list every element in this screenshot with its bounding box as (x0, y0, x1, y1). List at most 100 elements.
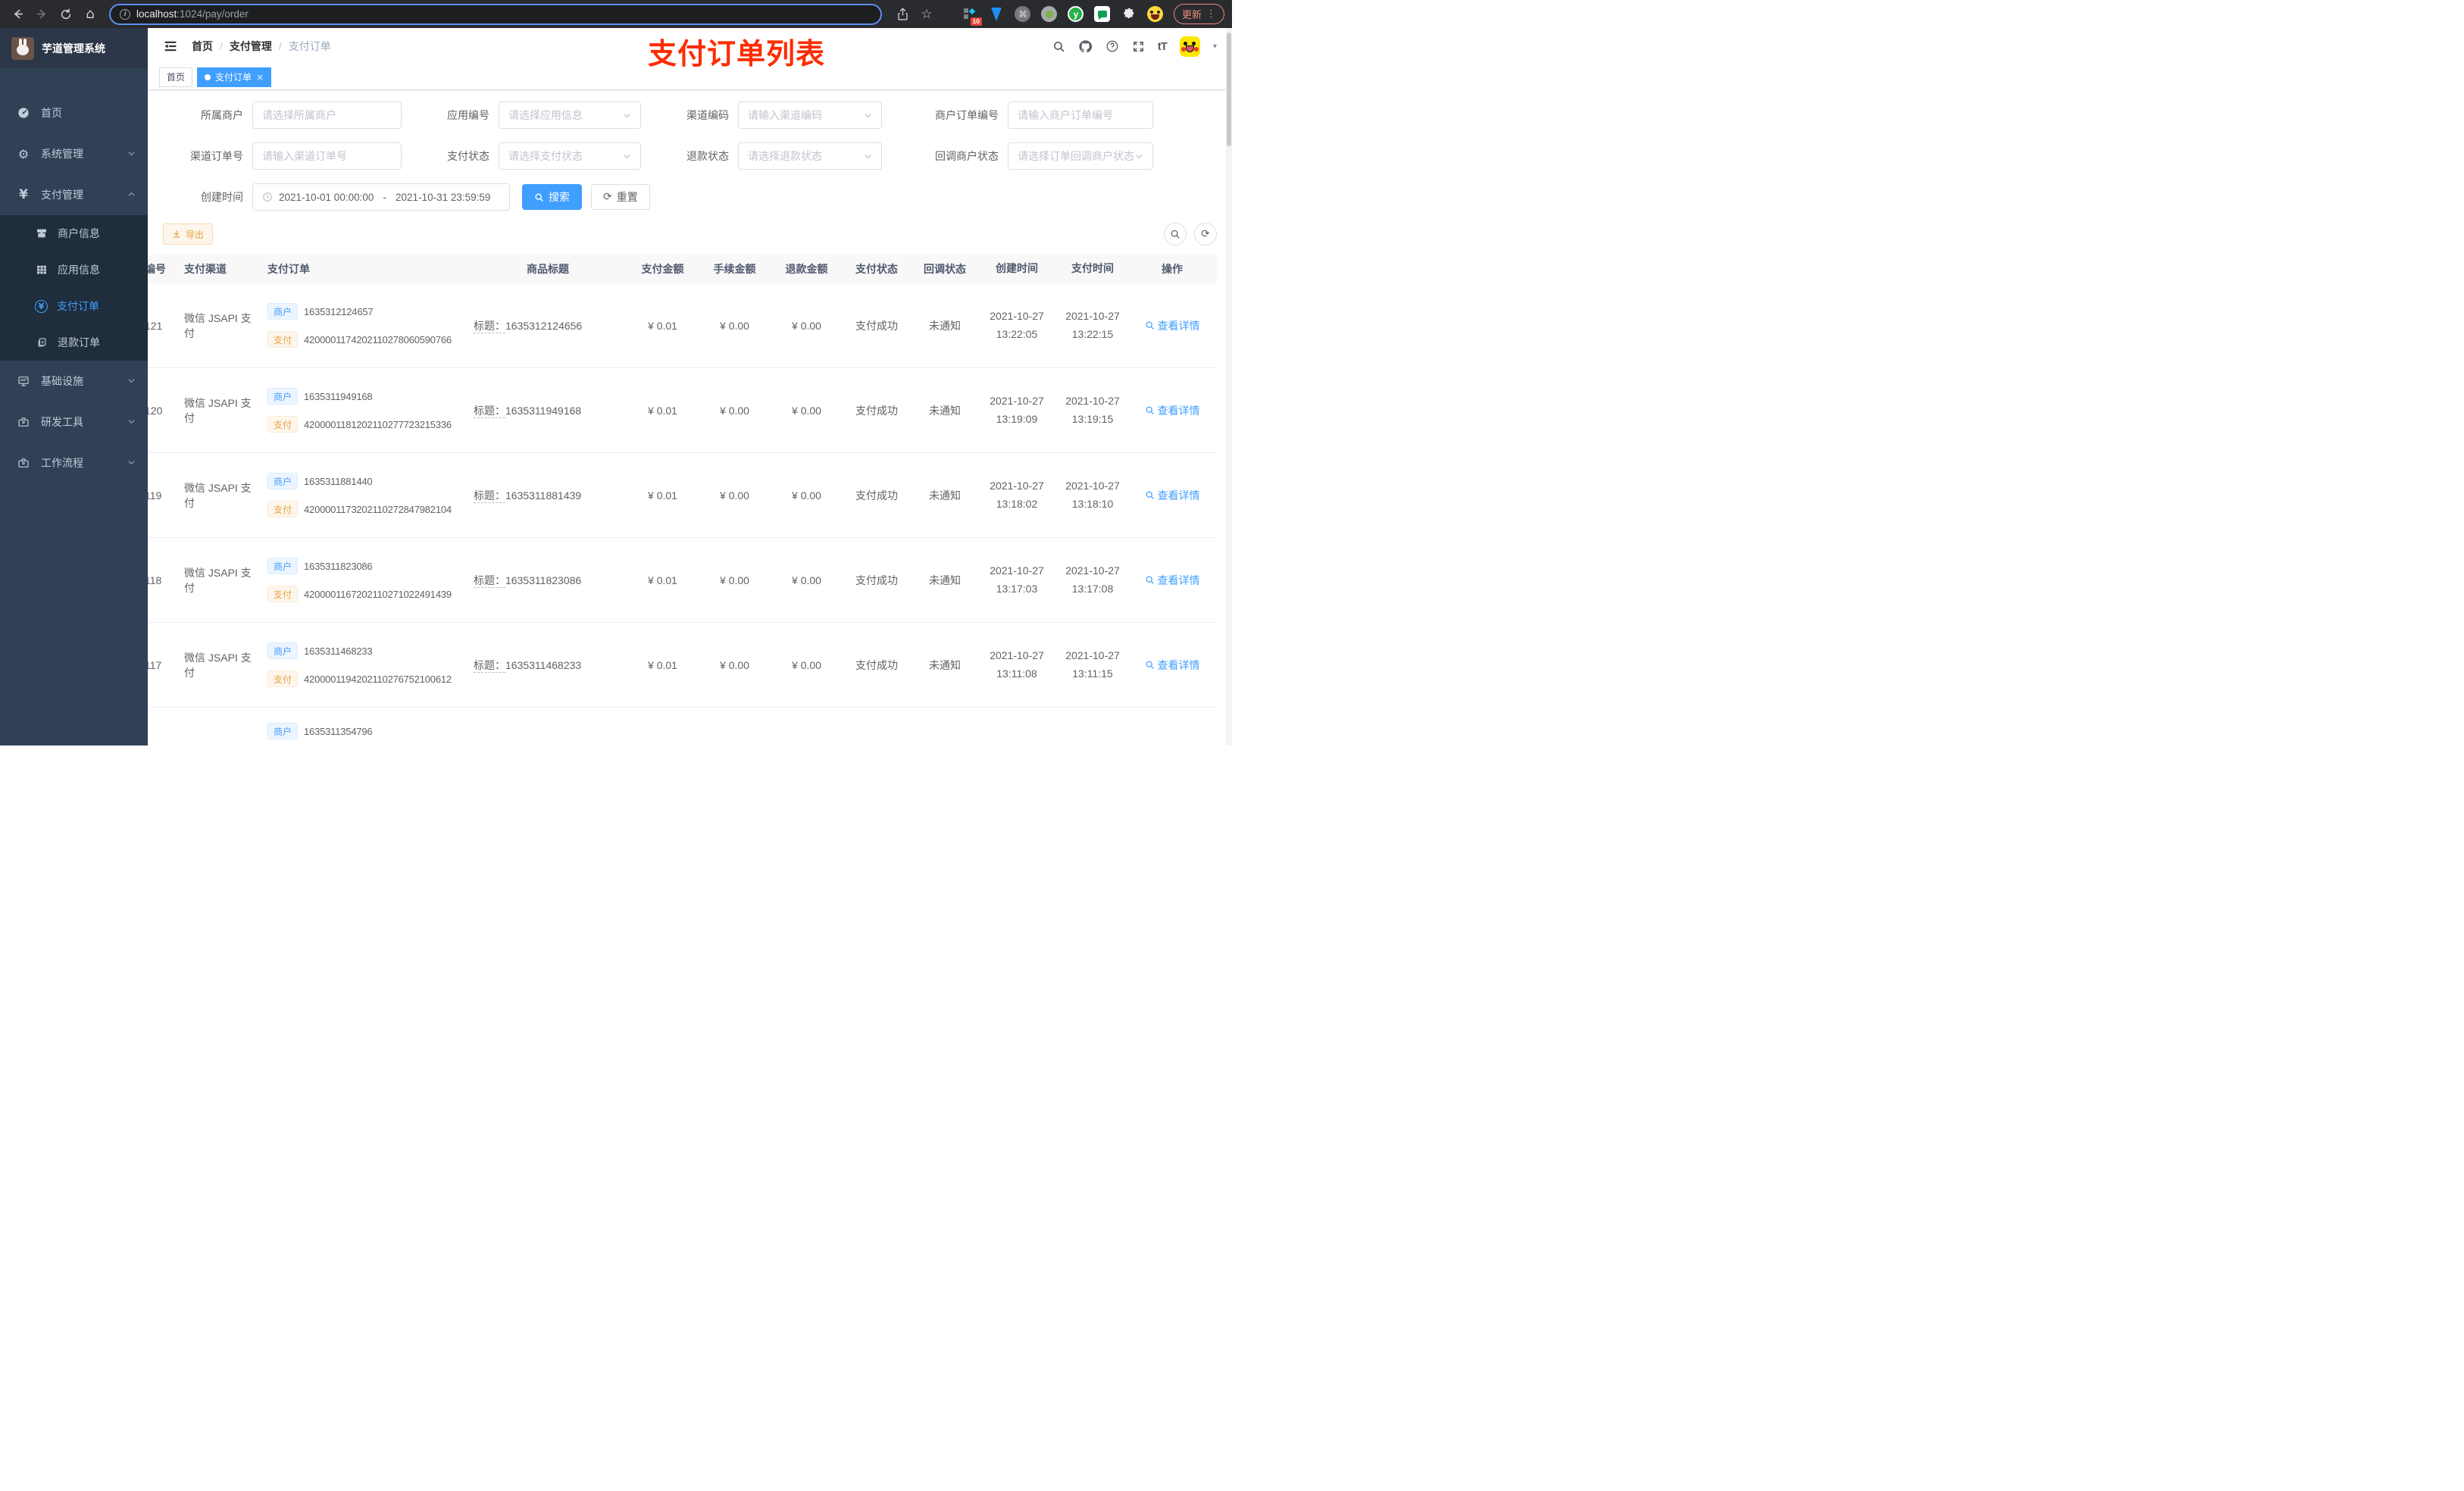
merchant-input-field[interactable] (262, 109, 392, 121)
github-icon[interactable] (1078, 39, 1093, 54)
pay-status: 支付成功 (855, 404, 898, 417)
extension-command-icon[interactable]: ⌘ (1015, 6, 1031, 23)
sidebar-item-system[interactable]: ⚙ 系统管理 (0, 133, 148, 174)
refresh-table-button[interactable]: ⟳ (1194, 223, 1217, 245)
monitor-chart-icon (17, 375, 30, 387)
view-detail-link[interactable]: 查看详情 (1145, 658, 1200, 673)
logo-image (11, 36, 34, 60)
collapse-sidebar-icon[interactable] (163, 39, 178, 54)
chrome-update-button[interactable]: 更新 ⋮ (1173, 4, 1224, 24)
reload-icon[interactable] (56, 5, 76, 24)
table-row: 119 微信 JSAPI 支付 商户1635311881440 支付420000… (148, 453, 1218, 538)
pay-status: 支付成功 (855, 489, 898, 502)
merchant-input[interactable] (252, 102, 402, 129)
pay-tag: 支付 (267, 501, 299, 517)
extension-kite-icon[interactable] (988, 6, 1005, 23)
app-select[interactable]: 请选择应用信息 (499, 102, 641, 129)
sidebar-logo[interactable]: 芋道管理系统 (0, 28, 148, 68)
extension-badge-icon[interactable]: 10 (962, 6, 982, 26)
view-detail-link[interactable]: 查看详情 (1145, 488, 1200, 503)
view-detail-link[interactable]: 查看详情 (1145, 403, 1200, 418)
merchant-order-no-input[interactable] (1008, 102, 1153, 129)
extension-dot-icon[interactable] (1041, 6, 1058, 23)
yen-icon: ¥ (19, 187, 28, 202)
filter-notify-status: 回调商户状态 请选择订单回调商户状态 (911, 142, 1153, 170)
share-icon[interactable] (893, 5, 912, 24)
back-icon[interactable] (8, 5, 27, 24)
home-icon[interactable]: ⌂ (80, 5, 100, 24)
table-row: 120 微信 JSAPI 支付 商户1635311949168 支付420000… (148, 368, 1218, 453)
page-scrollbar[interactable] (1226, 28, 1232, 746)
tab-home[interactable]: 首页 (159, 67, 193, 87)
sidebar-item-workflow[interactable]: 工作流程 (0, 442, 148, 483)
avatar[interactable] (1179, 36, 1200, 57)
notify-status: 未通知 (929, 574, 961, 586)
search-icon (1171, 230, 1180, 239)
sidebar-item-refund-order[interactable]: 退款订单 (0, 324, 148, 361)
notify-status-select[interactable]: 请选择订单回调商户状态 (1008, 142, 1153, 170)
avatar-caret-icon[interactable]: ▾ (1213, 42, 1217, 51)
fullscreen-icon[interactable] (1132, 40, 1145, 53)
sidebar-item-application[interactable]: 应用信息 (0, 252, 148, 288)
pay-status-select[interactable]: 请选择支付状态 (499, 142, 641, 170)
extensions-puzzle-icon[interactable] (1121, 6, 1137, 23)
extension-y-icon[interactable]: y (1068, 6, 1084, 23)
filter-merchant: 所属商户 (163, 102, 402, 129)
active-tab-dot (205, 73, 211, 80)
view-detail-link[interactable]: 查看详情 (1145, 573, 1200, 588)
sidebar-item-pay-order[interactable]: ¥ 支付订单 (0, 288, 148, 324)
pay-submenu: 商户信息 应用信息 ¥ 支付订单 退款订单 (0, 215, 148, 361)
breadcrumb-pay: 支付管理 (229, 40, 272, 52)
create-time-end: 2021-10-31 23:59:59 (396, 191, 491, 203)
forward-icon[interactable] (32, 5, 52, 24)
sidebar-menu: 首页 ⚙ 系统管理 ¥ 支付管理 商户信息 应用信息 ¥ 支付订单 退款订单 基… (0, 68, 148, 483)
navbar-actions: tT ▾ (1052, 36, 1217, 57)
magnifier-icon (1146, 491, 1154, 499)
tab-pay-order[interactable]: 支付订单 × (197, 67, 272, 87)
create-time-range-picker[interactable]: 2021-10-01 00:00:00 - 2021-10-31 23:59:5… (252, 183, 510, 211)
address-bar[interactable]: i localhost:1024/pay/order (109, 3, 882, 25)
sidebar: 芋道管理系统 首页 ⚙ 系统管理 ¥ 支付管理 商户信息 应用信息 ¥ 支付订单… (0, 28, 148, 746)
sidebar-item-home[interactable]: 首页 (0, 92, 148, 133)
yen-circle-icon: ¥ (35, 299, 48, 313)
filter-app: 应用编号 请选择应用信息 (430, 102, 641, 129)
chrome-menu-icon[interactable]: ⋮ (1206, 8, 1216, 20)
search-icon (535, 192, 543, 202)
channel-code-select[interactable]: 请输入渠道编码 (738, 102, 882, 129)
search-icon[interactable] (1052, 40, 1065, 53)
select-caret-icon (865, 113, 871, 117)
table-row: 121 微信 JSAPI 支付 商户1635312124657 支付420000… (148, 283, 1218, 368)
select-caret-icon (624, 113, 630, 117)
channel-order-no-field[interactable] (262, 150, 392, 162)
sidebar-item-pay[interactable]: ¥ 支付管理 (0, 174, 148, 215)
magnifier-icon (1146, 406, 1154, 414)
export-button[interactable]: 导出 (163, 223, 214, 245)
chevron-down-icon (127, 375, 136, 387)
breadcrumb-home[interactable]: 首页 (192, 39, 213, 54)
chevron-up-icon (127, 189, 136, 201)
view-detail-link[interactable]: 查看详情 (1145, 318, 1200, 333)
close-tab-icon[interactable]: × (256, 73, 264, 82)
refund-status-select[interactable]: 请选择退款状态 (738, 142, 882, 170)
toggle-search-button[interactable] (1164, 223, 1187, 245)
font-size-icon[interactable]: tT (1158, 40, 1168, 53)
table-row: 117 微信 JSAPI 支付 商户1635311468233 支付420000… (148, 623, 1218, 708)
chevron-down-icon (127, 416, 136, 428)
pay-status: 支付成功 (855, 574, 898, 586)
merchant-order-no-field[interactable] (1018, 109, 1143, 121)
extension-emoji-icon[interactable] (1147, 6, 1164, 23)
sidebar-item-devtools[interactable]: 研发工具 (0, 402, 148, 442)
sidebar-item-merchant[interactable]: 商户信息 (0, 215, 148, 252)
select-caret-icon (624, 154, 630, 158)
channel-order-no-input[interactable] (252, 142, 402, 170)
notify-status: 未通知 (929, 658, 961, 671)
bookmark-star-icon[interactable]: ☆ (917, 5, 937, 24)
page-info-icon[interactable]: i (120, 8, 130, 20)
sidebar-item-infra[interactable]: 基础设施 (0, 361, 148, 402)
table-row: 118 微信 JSAPI 支付 商户1635311823086 支付420000… (148, 538, 1218, 623)
help-icon[interactable] (1105, 39, 1119, 53)
extension-chat-icon[interactable] (1094, 6, 1111, 23)
reset-button[interactable]: ⟳ 重置 (591, 184, 650, 210)
search-button[interactable]: 搜索 (522, 184, 582, 210)
merchant-tag: 商户 (267, 303, 299, 320)
